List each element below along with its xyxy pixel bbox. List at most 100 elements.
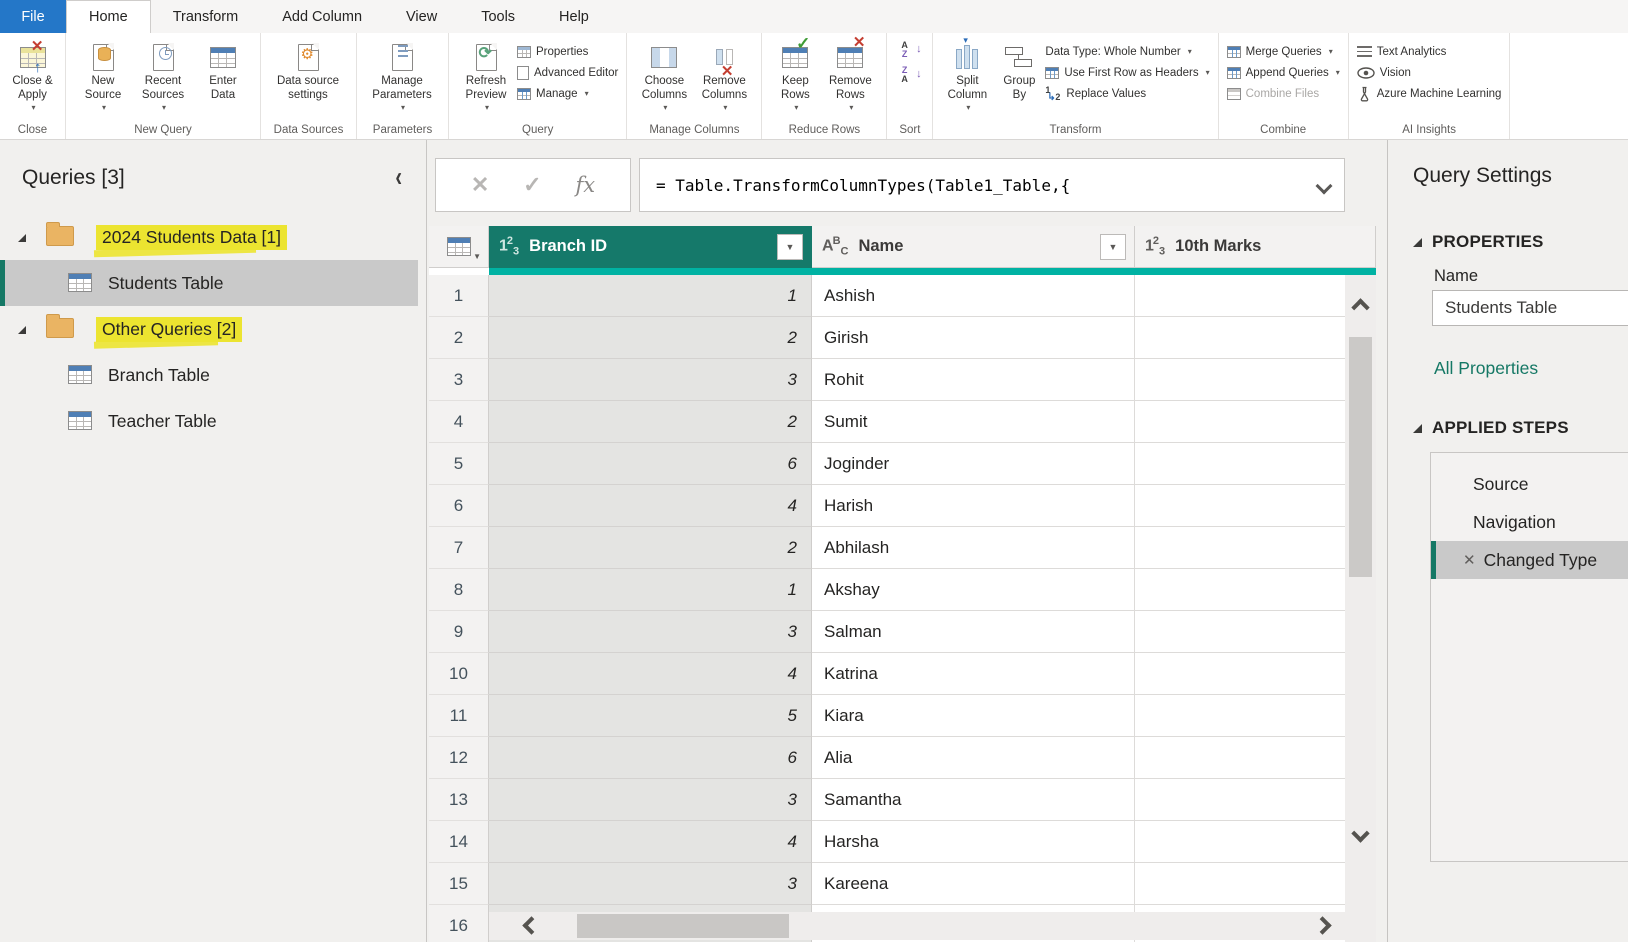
cell-10th-marks[interactable] [1135, 737, 1376, 779]
manage-parameters-button[interactable]: Manage Parameters▾ [365, 39, 439, 112]
manage-button[interactable]: Manage▾ [517, 85, 618, 102]
tab-tools[interactable]: Tools [459, 0, 537, 33]
new-source-button[interactable]: New Source▾ [74, 39, 132, 112]
replace-values-button[interactable]: 1↳2 Replace Values [1045, 85, 1209, 102]
tab-transform[interactable]: Transform [151, 0, 261, 33]
formula-expression[interactable]: = Table.TransformColumnTypes(Table1_Tabl… [640, 176, 1070, 195]
cell-10th-marks[interactable] [1135, 401, 1376, 443]
recent-sources-button[interactable]: Recent Sources▾ [134, 39, 192, 112]
tab-add-column[interactable]: Add Column [260, 0, 384, 33]
vertical-scrollbar[interactable] [1345, 275, 1376, 942]
cell-10th-marks[interactable] [1135, 569, 1376, 611]
tab-view[interactable]: View [384, 0, 459, 33]
cell-name[interactable]: Abhilash [812, 527, 1135, 569]
cell-branch-id[interactable]: 1 [489, 275, 812, 317]
cell-10th-marks[interactable] [1135, 695, 1376, 737]
cell-branch-id[interactable]: 4 [489, 653, 812, 695]
tree-item-teacher-table[interactable]: Teacher Table [0, 398, 426, 444]
cell-name[interactable]: Sumit [812, 401, 1135, 443]
cell-name[interactable]: Joginder [812, 443, 1135, 485]
formula-bar[interactable]: = Table.TransformColumnTypes(Table1_Tabl… [639, 158, 1345, 212]
delete-step-icon[interactable]: ✕ [1463, 551, 1476, 569]
tab-help[interactable]: Help [537, 0, 611, 33]
cell-10th-marks[interactable] [1135, 275, 1376, 317]
step-changed-type[interactable]: ✕ Changed Type [1431, 541, 1628, 579]
data-type-button[interactable]: Data Type: Whole Number▾ [1045, 43, 1209, 60]
cell-name[interactable]: Rohit [812, 359, 1135, 401]
cell-10th-marks[interactable] [1135, 359, 1376, 401]
refresh-preview-button[interactable]: ⟳ Refresh Preview▾ [457, 39, 515, 112]
tree-item-students-table[interactable]: Students Table [0, 260, 418, 306]
cell-branch-id[interactable]: 6 [489, 443, 812, 485]
cell-branch-id[interactable]: 4 [489, 485, 812, 527]
cell-10th-marks[interactable] [1135, 611, 1376, 653]
merge-queries-button[interactable]: Merge Queries▾ [1227, 43, 1340, 60]
cell-name[interactable]: Alia [812, 737, 1135, 779]
cell-name[interactable]: Harish [812, 485, 1135, 527]
cell-name[interactable]: Harsha [812, 821, 1135, 863]
commit-formula-icon[interactable]: ✓ [523, 172, 541, 198]
cell-name[interactable]: Akshay [812, 569, 1135, 611]
cell-branch-id[interactable]: 3 [489, 863, 812, 905]
vertical-scrollbar-thumb[interactable] [1349, 337, 1372, 577]
text-analytics-button[interactable]: Text Analytics [1357, 43, 1502, 60]
cell-branch-id[interactable]: 3 [489, 359, 812, 401]
all-properties-link[interactable]: All Properties [1434, 358, 1538, 379]
tab-file[interactable]: File [0, 0, 66, 33]
vision-button[interactable]: Vision [1357, 64, 1502, 81]
azure-machine-learning-button[interactable]: Azure Machine Learning [1357, 85, 1502, 102]
data-source-settings-button[interactable]: ⚙ Data source settings [269, 39, 347, 103]
cell-10th-marks[interactable] [1135, 821, 1376, 863]
scroll-up-icon[interactable] [1351, 298, 1369, 316]
sort-descending-button[interactable]: ZA ↓ [898, 66, 922, 83]
sort-ascending-button[interactable]: AZ ↓ [898, 41, 922, 58]
tab-home[interactable]: Home [66, 0, 151, 33]
cell-name[interactable]: Samantha [812, 779, 1135, 821]
scroll-left-icon[interactable] [522, 916, 540, 934]
cell-branch-id[interactable]: 3 [489, 611, 812, 653]
column-header-10th-marks[interactable]: 123 10th Marks [1135, 226, 1376, 268]
cell-branch-id[interactable]: 6 [489, 737, 812, 779]
tree-item-branch-table[interactable]: Branch Table [0, 352, 426, 398]
cell-name[interactable]: Salman [812, 611, 1135, 653]
close-and-apply-button[interactable]: ✕ ↑ Close & Apply▾ [8, 39, 57, 112]
enter-data-button[interactable]: Enter Data [194, 39, 252, 103]
cell-name[interactable]: Ashish [812, 275, 1135, 317]
filter-dropdown-button[interactable]: ▼ [777, 234, 803, 260]
scroll-down-icon[interactable] [1351, 824, 1369, 842]
cell-name[interactable]: Katrina [812, 653, 1135, 695]
split-column-button[interactable]: Split Column▾ [941, 39, 993, 112]
horizontal-scrollbar[interactable] [489, 912, 1345, 940]
column-header-name[interactable]: ABC Name ▼ [812, 226, 1135, 268]
step-source[interactable]: Source [1431, 465, 1628, 503]
properties-button[interactable]: Properties [517, 43, 618, 60]
cell-10th-marks[interactable] [1135, 317, 1376, 359]
expand-formula-bar-icon[interactable] [1316, 178, 1333, 195]
keep-rows-button[interactable]: ✓ Keep Rows▾ [770, 39, 820, 112]
column-header-branch-id[interactable]: 123 Branch ID ▼ [489, 226, 812, 268]
append-queries-button[interactable]: Append Queries▾ [1227, 64, 1340, 81]
expander-icon[interactable] [18, 234, 26, 242]
properties-section-header[interactable]: PROPERTIES [1413, 232, 1544, 252]
cell-name[interactable]: Girish [812, 317, 1135, 359]
scroll-right-icon[interactable] [1313, 916, 1331, 934]
use-first-row-as-headers-button[interactable]: Use First Row as Headers▾ [1045, 64, 1209, 81]
filter-dropdown-button[interactable]: ▼ [1100, 234, 1126, 260]
horizontal-scrollbar-thumb[interactable] [577, 914, 789, 938]
fx-icon[interactable]: fx [575, 173, 595, 197]
query-name-input[interactable] [1432, 290, 1628, 326]
cell-branch-id[interactable]: 2 [489, 317, 812, 359]
cell-branch-id[interactable]: 2 [489, 401, 812, 443]
advanced-editor-button[interactable]: Advanced Editor [517, 64, 618, 81]
cell-10th-marks[interactable] [1135, 779, 1376, 821]
applied-steps-section-header[interactable]: APPLIED STEPS [1413, 418, 1569, 438]
cell-branch-id[interactable]: 2 [489, 527, 812, 569]
cell-name[interactable]: Kareena [812, 863, 1135, 905]
cell-10th-marks[interactable] [1135, 863, 1376, 905]
expander-icon[interactable] [18, 326, 26, 334]
cancel-formula-icon[interactable]: ✕ [471, 172, 489, 198]
cell-10th-marks[interactable] [1135, 653, 1376, 695]
cell-10th-marks[interactable] [1135, 443, 1376, 485]
step-navigation[interactable]: Navigation [1431, 503, 1628, 541]
remove-columns-button[interactable]: ✕ Remove Columns▾ [695, 39, 753, 112]
